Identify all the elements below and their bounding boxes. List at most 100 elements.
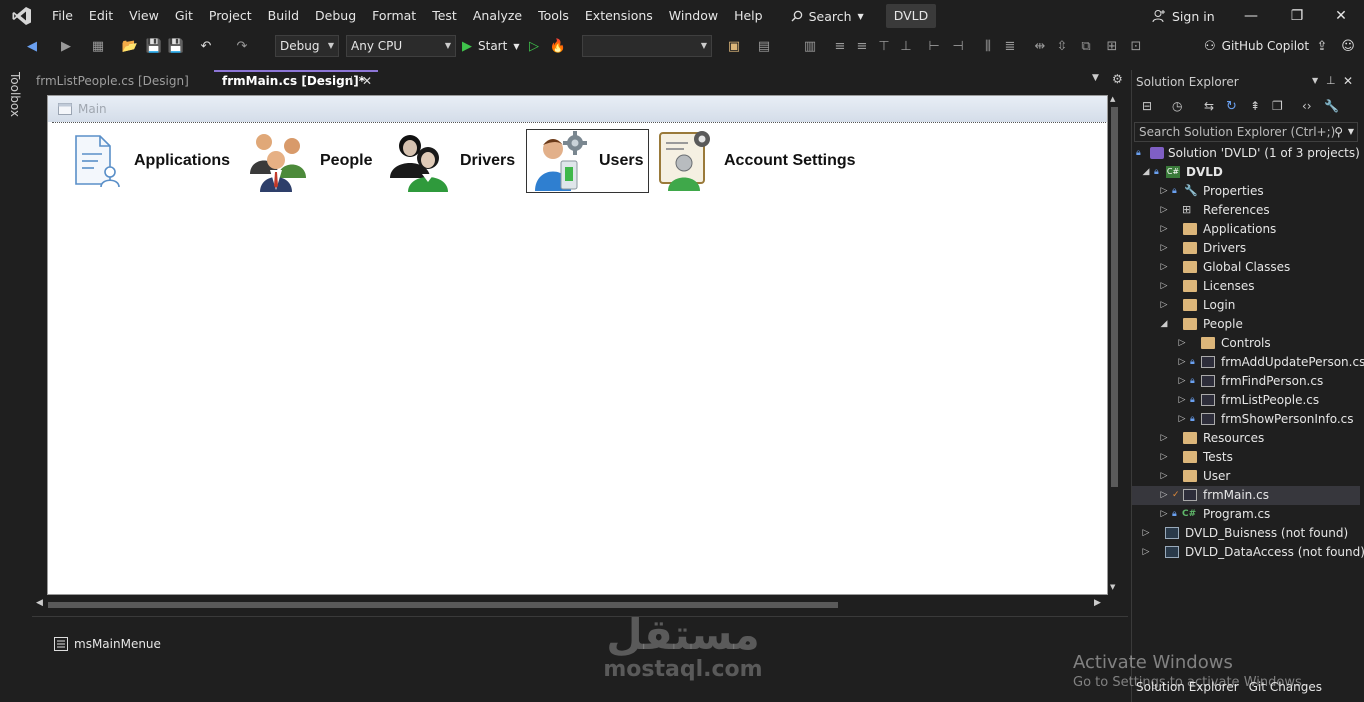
menu-debug[interactable]: Debug: [307, 4, 364, 28]
tree-file-program[interactable]: ▷ 🔒︎ C# Program.cs: [1132, 505, 1360, 524]
collapsed-icon[interactable]: ▷: [1158, 220, 1170, 239]
tree-file-frmaddupdateperson[interactable]: ▷ 🔒︎ frmAddUpdatePerson.cs: [1132, 353, 1364, 372]
tree-project-dvld-dataaccess[interactable]: ▷ DVLD_DataAccess (not found): [1132, 543, 1364, 562]
show-all-files-icon[interactable]: ❐: [1272, 99, 1283, 113]
restore-button[interactable]: ❐: [1274, 0, 1320, 32]
navigate-back-icon[interactable]: ◀: [22, 36, 42, 56]
github-copilot-button[interactable]: ⚇ GitHub Copilot: [1204, 36, 1309, 56]
designer-horizontal-scrollbar[interactable]: ◀ ▶: [36, 598, 1106, 612]
tree-references[interactable]: ▷ ⊞ References: [1132, 201, 1360, 220]
tab-order-icon[interactable]: ⊡: [1126, 36, 1146, 56]
open-folder-icon[interactable]: 📂: [120, 36, 140, 56]
tree-folder-controls[interactable]: ▷ Controls: [1132, 334, 1360, 353]
start-without-debugging-icon[interactable]: ▷: [524, 36, 544, 56]
center-horizontally-icon[interactable]: ⇹: [1030, 36, 1050, 56]
save-icon[interactable]: 💾: [144, 36, 164, 56]
main-menu-strip[interactable]: Applications People Drivers Users Accoun…: [52, 122, 1106, 196]
start-debugging-button[interactable]: ▶ Start ▼: [462, 36, 519, 56]
tree-file-frmlistpeople[interactable]: ▷ 🔒︎ frmListPeople.cs: [1132, 391, 1360, 410]
tray-component-msmainmenue[interactable]: msMainMenue: [54, 637, 161, 651]
tab-frmmain-design[interactable]: frmMain.cs [Design]* ⊣ ✕: [214, 70, 378, 92]
collapsed-icon[interactable]: ▷: [1158, 182, 1170, 201]
menu-users[interactable]: Users: [526, 129, 649, 193]
menu-help[interactable]: Help: [726, 4, 771, 28]
close-icon[interactable]: ✕: [1343, 74, 1353, 88]
tree-folder-user[interactable]: ▷ User: [1132, 467, 1360, 486]
menu-drivers[interactable]: Drivers: [388, 129, 515, 193]
align-centers-icon[interactable]: ≡: [830, 36, 850, 56]
solution-name-badge[interactable]: DVLD: [885, 4, 937, 28]
tree-folder-licenses[interactable]: ▷ Licenses: [1132, 277, 1360, 296]
collapsed-icon[interactable]: ▷: [1176, 353, 1188, 372]
tree-folder-people[interactable]: ◢ People: [1132, 315, 1360, 334]
make-same-width-icon[interactable]: ⊢: [924, 36, 944, 56]
menu-applications[interactable]: Applications: [70, 129, 230, 193]
make-same-height-icon[interactable]: ⊣: [948, 36, 968, 56]
tree-file-frmshowpersoninfo[interactable]: ▷ 🔒︎ frmShowPersonInfo.cs: [1132, 410, 1360, 429]
collapsed-icon[interactable]: ▷: [1158, 277, 1170, 296]
menu-project[interactable]: Project: [201, 4, 260, 28]
tree-project-dvld-buisness[interactable]: ▷ DVLD_Buisness (not found): [1132, 524, 1360, 543]
global-search-button[interactable]: Search ▼: [781, 4, 874, 28]
expanded-icon[interactable]: ◢: [1140, 163, 1152, 182]
sign-in-button[interactable]: Sign in: [1152, 4, 1215, 28]
collapsed-icon[interactable]: ▷: [1158, 505, 1170, 524]
menu-account-settings[interactable]: Account Settings: [658, 129, 856, 193]
tab-overflow-icon[interactable]: ▼: [1092, 73, 1099, 83]
share-icon[interactable]: ⇪: [1312, 36, 1332, 56]
tree-folder-global-classes[interactable]: ▷ Global Classes: [1132, 258, 1360, 277]
align-to-grid-icon[interactable]: ▤: [754, 36, 774, 56]
collapsed-icon[interactable]: ▷: [1176, 334, 1188, 353]
history-icon[interactable]: ◷: [1172, 99, 1182, 113]
collapsed-icon[interactable]: ▷: [1176, 410, 1188, 429]
refresh-icon[interactable]: ↻: [1226, 99, 1237, 114]
scroll-right-icon[interactable]: ▶: [1094, 598, 1101, 608]
tree-folder-resources[interactable]: ▷ Resources: [1132, 429, 1360, 448]
menu-git[interactable]: Git: [167, 4, 201, 28]
properties-wrench-icon[interactable]: 🔧: [1324, 99, 1339, 113]
panel-options-icon[interactable]: ▼: [1312, 76, 1318, 85]
tree-file-frmmain[interactable]: ▷ ✓ frmMain.cs: [1132, 486, 1360, 505]
bring-to-front-icon[interactable]: ⧉: [1076, 36, 1096, 56]
redo-icon[interactable]: ↷: [232, 36, 252, 56]
collapsed-icon[interactable]: ▷: [1158, 429, 1170, 448]
align-tops-icon[interactable]: ⊤: [874, 36, 894, 56]
menu-people[interactable]: People: [248, 129, 372, 193]
tab-git-changes[interactable]: Git Changes: [1249, 680, 1322, 694]
tree-properties[interactable]: ▷ 🔒︎ 🔧 Properties: [1132, 182, 1360, 201]
collapsed-icon[interactable]: ▷: [1158, 296, 1170, 315]
collapsed-icon[interactable]: ▷: [1158, 486, 1170, 505]
tree-folder-applications[interactable]: ▷ Applications: [1132, 220, 1360, 239]
align-rights-icon[interactable]: ≡: [852, 36, 872, 56]
collapse-all-icon[interactable]: ⇞: [1250, 99, 1260, 113]
switch-views-icon[interactable]: ⊟: [1142, 99, 1152, 113]
menu-analyze[interactable]: Analyze: [465, 4, 530, 28]
pin-icon[interactable]: ⊣: [344, 72, 353, 90]
vertical-spacing-icon[interactable]: ≣: [1000, 36, 1020, 56]
visual-studio-logo-icon[interactable]: [0, 0, 44, 32]
collapsed-icon[interactable]: ▷: [1158, 448, 1170, 467]
collapsed-icon[interactable]: ▷: [1158, 201, 1170, 220]
save-all-icon[interactable]: 💾: [166, 36, 186, 56]
close-icon[interactable]: ✕: [362, 72, 372, 90]
tab-frmlistpeople-design[interactable]: frmListPeople.cs [Design]: [28, 70, 214, 92]
new-project-icon[interactable]: ▦: [88, 36, 108, 56]
menu-build[interactable]: Build: [260, 4, 307, 28]
close-window-button[interactable]: ✕: [1318, 0, 1364, 32]
align-lefts-icon[interactable]: ▥: [800, 36, 820, 56]
view-code-icon[interactable]: ‹›: [1302, 99, 1312, 113]
tree-solution-node[interactable]: 🔒︎ Solution 'DVLD' (1 of 3 projects): [1132, 144, 1360, 163]
collapsed-icon[interactable]: ▷: [1158, 239, 1170, 258]
solution-folder-icon[interactable]: ▣: [724, 36, 744, 56]
collapsed-icon[interactable]: ▷: [1158, 258, 1170, 277]
toolbox-tab[interactable]: Toolbox: [8, 72, 22, 117]
menu-tools[interactable]: Tools: [530, 4, 577, 28]
designer-vertical-scrollbar[interactable]: ▲ ▼: [1108, 95, 1120, 595]
scroll-down-icon[interactable]: ▼: [1110, 583, 1115, 591]
tree-folder-tests[interactable]: ▷ Tests: [1132, 448, 1360, 467]
form-designer-surface[interactable]: Main Applications People Drivers Users A…: [47, 95, 1108, 595]
collapsed-icon[interactable]: ▷: [1176, 372, 1188, 391]
platform-select[interactable]: Any CPU ▼: [346, 35, 456, 57]
tree-folder-login[interactable]: ▷ Login: [1132, 296, 1360, 315]
collapsed-icon[interactable]: ▷: [1176, 391, 1188, 410]
